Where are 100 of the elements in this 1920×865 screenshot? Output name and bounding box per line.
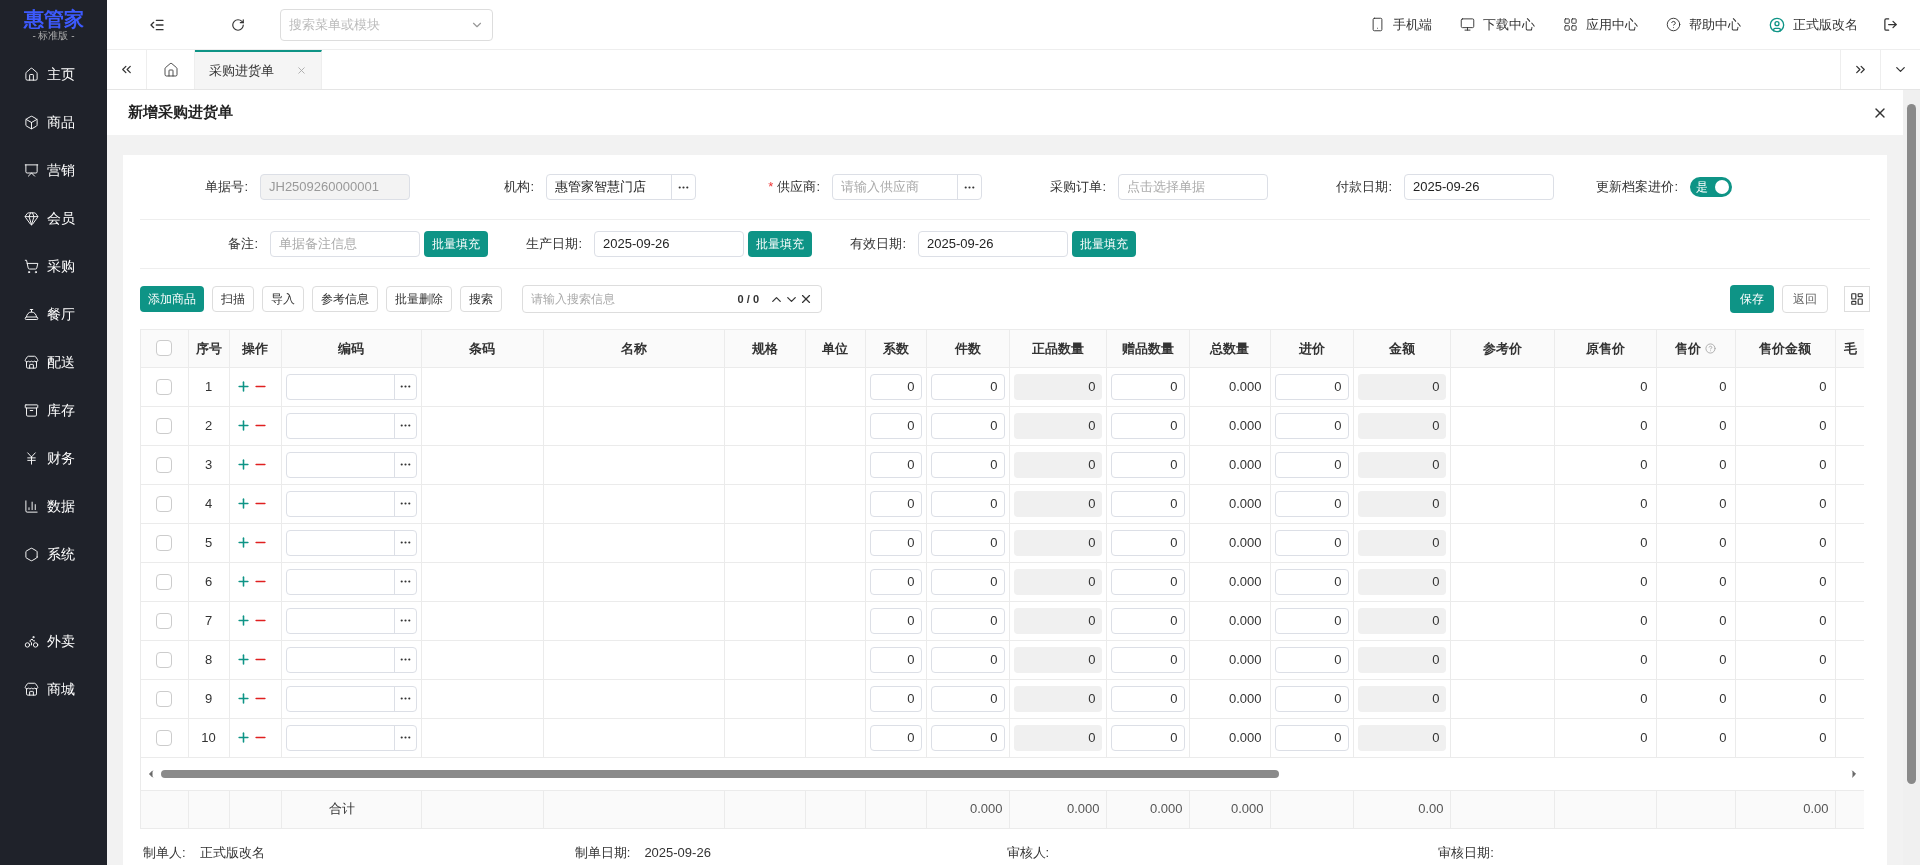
sidebar-item[interactable]: 商城 xyxy=(0,665,107,713)
number-field[interactable]: 0 xyxy=(1274,607,1349,634)
number-field[interactable]: 0 xyxy=(930,568,1005,595)
number-field[interactable]: 0 xyxy=(869,607,922,634)
number-field[interactable]: 0 xyxy=(869,529,922,556)
number-field[interactable]: 0 xyxy=(1110,685,1185,712)
code-field[interactable] xyxy=(285,646,417,673)
input-field[interactable]: 2025-09-26 xyxy=(918,231,1068,257)
add-icon[interactable] xyxy=(235,613,251,628)
toolbar-button[interactable]: 扫描 xyxy=(212,286,254,312)
number-field[interactable]: 0 xyxy=(1274,412,1349,439)
row-checkbox[interactable] xyxy=(156,495,173,512)
code-field[interactable] xyxy=(285,724,417,751)
header-link[interactable]: 应用中心 xyxy=(1563,14,1638,35)
number-field[interactable]: 0 xyxy=(1274,451,1349,478)
number-field[interactable]: 0 xyxy=(930,685,1005,712)
number-field[interactable]: 0 xyxy=(1110,412,1185,439)
row-checkbox[interactable] xyxy=(156,651,173,668)
sidebar-item[interactable]: 外卖 xyxy=(0,617,107,665)
row-checkbox[interactable] xyxy=(156,573,173,590)
number-field[interactable]: 0 xyxy=(1110,490,1185,517)
add-icon[interactable] xyxy=(235,574,251,589)
number-field[interactable]: 0 xyxy=(1110,451,1185,478)
sidebar-item[interactable]: 会员 xyxy=(0,194,107,242)
number-field[interactable]: 0 xyxy=(869,568,922,595)
number-field[interactable]: 0 xyxy=(1110,646,1185,673)
row-checkbox[interactable] xyxy=(156,456,173,473)
add-product-button[interactable]: 添加商品 xyxy=(140,286,204,312)
sidebar-item[interactable]: 主页 xyxy=(0,50,107,98)
number-field[interactable]: 0 xyxy=(930,490,1005,517)
number-field[interactable]: 0 xyxy=(869,724,922,751)
number-field[interactable]: 0 xyxy=(1274,568,1349,595)
code-field[interactable] xyxy=(285,412,417,439)
sidebar-item[interactable]: 营销 xyxy=(0,146,107,194)
select-all-checkbox[interactable] xyxy=(156,340,173,357)
header-link[interactable]: 帮助中心 xyxy=(1666,14,1741,35)
row-checkbox[interactable] xyxy=(156,612,173,629)
sidebar-item[interactable]: 餐厅 xyxy=(0,290,107,338)
logout-icon[interactable] xyxy=(1883,17,1898,32)
number-field[interactable]: 0 xyxy=(869,490,922,517)
number-field[interactable]: 0 xyxy=(930,412,1005,439)
number-field[interactable]: 0 xyxy=(1274,529,1349,556)
header-link[interactable]: 下载中心 xyxy=(1460,14,1535,35)
number-field[interactable]: 0 xyxy=(1274,724,1349,751)
code-field[interactable] xyxy=(285,685,417,712)
add-icon[interactable] xyxy=(235,730,251,745)
add-icon[interactable] xyxy=(235,379,251,394)
number-field[interactable]: 0 xyxy=(930,724,1005,751)
row-checkbox[interactable] xyxy=(156,690,173,707)
clear-icon[interactable] xyxy=(799,292,813,306)
number-field[interactable]: 0 xyxy=(930,373,1005,400)
number-field[interactable]: 0 xyxy=(1274,373,1349,400)
number-field[interactable]: 0 xyxy=(930,529,1005,556)
add-icon[interactable] xyxy=(235,496,251,511)
refresh-icon[interactable] xyxy=(231,17,245,32)
code-field[interactable] xyxy=(285,373,417,400)
add-icon[interactable] xyxy=(235,691,251,706)
number-field[interactable]: 0 xyxy=(930,451,1005,478)
input-field[interactable]: 2025-09-26 xyxy=(594,231,744,257)
number-field[interactable]: 0 xyxy=(1110,724,1185,751)
toolbar-button[interactable]: 导入 xyxy=(262,286,304,312)
sidebar-item[interactable]: 财务 xyxy=(0,434,107,482)
sidebar-item[interactable]: 配送 xyxy=(0,338,107,386)
code-field[interactable] xyxy=(285,529,417,556)
input-field[interactable]: 2025-09-26 xyxy=(1404,174,1554,200)
page-tab[interactable]: 采购进货单 xyxy=(195,50,322,89)
user-menu[interactable]: 正式版改名 xyxy=(1769,14,1858,35)
row-checkbox[interactable] xyxy=(156,378,173,395)
number-field[interactable]: 0 xyxy=(869,451,922,478)
row-checkbox[interactable] xyxy=(156,534,173,551)
code-field[interactable] xyxy=(285,607,417,634)
batch-fill-button[interactable]: 批量填充 xyxy=(1072,231,1136,257)
number-field[interactable]: 0 xyxy=(869,685,922,712)
number-field[interactable]: 0 xyxy=(1110,373,1185,400)
number-field[interactable]: 0 xyxy=(930,646,1005,673)
home-icon[interactable] xyxy=(162,61,179,78)
toggle-switch[interactable]: 是 xyxy=(1690,177,1732,197)
number-field[interactable]: 0 xyxy=(869,412,922,439)
table-search-field[interactable]: 请输入搜索信息 0 / 0 xyxy=(522,285,822,313)
batch-fill-button[interactable]: 批量填充 xyxy=(424,231,488,257)
layout-button[interactable] xyxy=(1844,286,1870,312)
number-field[interactable]: 0 xyxy=(869,373,922,400)
add-icon[interactable] xyxy=(235,418,251,433)
toolbar-button[interactable]: 搜索 xyxy=(460,286,502,312)
code-field[interactable] xyxy=(285,451,417,478)
number-field[interactable]: 0 xyxy=(1110,568,1185,595)
picker-field[interactable]: 惠管家智慧门店 xyxy=(546,174,696,200)
back-button[interactable]: 返回 xyxy=(1782,285,1828,313)
sidebar-item[interactable]: 库存 xyxy=(0,386,107,434)
number-field[interactable]: 0 xyxy=(1274,490,1349,517)
add-icon[interactable] xyxy=(235,535,251,550)
sidebar-item[interactable]: 采购 xyxy=(0,242,107,290)
add-icon[interactable] xyxy=(235,652,251,667)
toolbar-button[interactable]: 批量删除 xyxy=(386,286,452,312)
sidebar-item[interactable]: 商品 xyxy=(0,98,107,146)
row-checkbox[interactable] xyxy=(156,729,173,746)
number-field[interactable]: 0 xyxy=(1274,646,1349,673)
number-field[interactable]: 0 xyxy=(1110,607,1185,634)
header-link[interactable]: 手机端 xyxy=(1370,14,1432,35)
number-field[interactable]: 0 xyxy=(1274,685,1349,712)
